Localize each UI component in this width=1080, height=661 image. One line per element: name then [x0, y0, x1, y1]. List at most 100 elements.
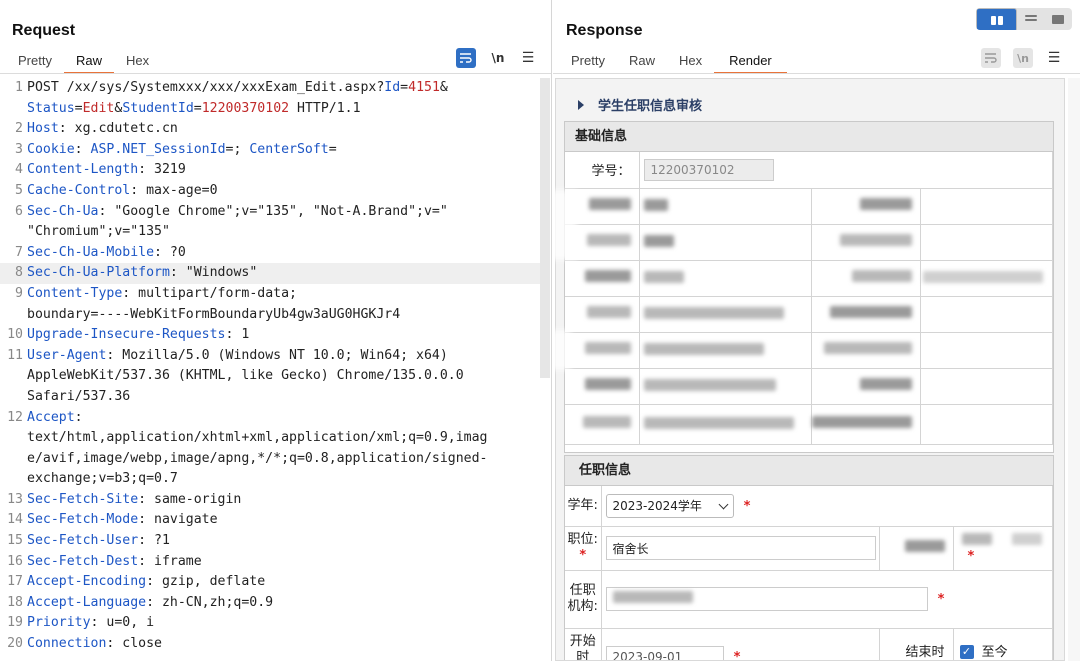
line-number: 6	[15, 203, 23, 219]
line-number	[0, 469, 27, 490]
redacted-label	[823, 342, 912, 354]
year-select[interactable]: 2023-2024学年	[605, 493, 734, 518]
code-text: : ?1	[138, 533, 170, 549]
line-number	[0, 366, 27, 387]
line-text: Accept:	[27, 408, 540, 429]
code-line: text/html,application/xhtml+xml,applicat…	[0, 428, 540, 449]
header-name: Upgrade-Insecure-Requests	[27, 327, 226, 343]
redacted-label	[851, 270, 912, 282]
line-number: 13	[7, 491, 23, 507]
code-text: text/html,application/xhtml+xml,applicat…	[27, 430, 488, 446]
line-text: Sec-Fetch-User: ?1	[27, 531, 540, 552]
line-number: 14	[7, 512, 23, 528]
response-pane: Response Pretty Raw Hex Render \n ☰ 学生任职…	[553, 0, 1080, 661]
start-date-input[interactable]: 2023-09-01	[605, 646, 724, 660]
redacted-value	[1011, 532, 1042, 545]
student-no-label: 学号：	[565, 152, 640, 189]
code-text: : multipart/form-data;	[122, 285, 297, 301]
code-text: POST /xx/sys/Systemxxx/xxx/xxxExam_Edit.…	[27, 80, 385, 95]
tab-hex[interactable]: Hex	[667, 50, 714, 74]
header-name: Sec-Ch-Ua-Platform	[27, 265, 170, 281]
header-name: Content-Type	[27, 285, 123, 301]
page-heading-text: 学生任职信息审核	[598, 99, 703, 114]
line-number: 19	[7, 615, 23, 631]
line-number: 10	[7, 327, 23, 343]
header-name: Accept-Language	[27, 594, 147, 610]
tab-pretty[interactable]: Pretty	[6, 50, 64, 74]
redacted-label	[811, 416, 912, 428]
tab-raw[interactable]: Raw	[63, 50, 114, 74]
line-text: Accept-Language: zh-CN,zh;q=0.9	[27, 593, 540, 614]
line-text: Sec-Ch-Ua-Platform: "Windows"	[27, 263, 540, 284]
render-view: 学生任职信息审核 基础信息 学号： 12200370102 任职信息 学年: 2…	[555, 78, 1065, 661]
until-now-checkbox[interactable]: ✓	[959, 645, 974, 659]
param-value: 4151	[408, 80, 440, 95]
response-scrollbar[interactable]	[1068, 78, 1080, 661]
line-text: Content-Length: 3219	[27, 160, 540, 181]
redacted-label	[586, 306, 631, 318]
wrap-lines-icon[interactable]	[456, 48, 476, 68]
param-value: 12200370102	[201, 100, 290, 116]
line-text: POST /xx/sys/Systemxxx/xxx/xxxExam_Edit.…	[27, 78, 540, 99]
redacted-value	[643, 416, 794, 429]
param-value: Edit	[82, 100, 115, 116]
line-number: 2	[15, 121, 23, 137]
tab-pretty[interactable]: Pretty	[559, 50, 617, 74]
request-editor[interactable]: 1 POST /xx/sys/Systemxxx/xxx/xxxExam_Edit…	[0, 78, 540, 661]
job-info-table: 学年: 2023-2024学年 * 职位: * 宿舍长 * 任职机构: * 开始…	[565, 486, 1053, 661]
single-pane-layout-icon[interactable]	[1045, 8, 1072, 30]
header-name: Sec-Fetch-Site	[27, 491, 139, 507]
position-input[interactable]: 宿舍长	[605, 536, 876, 560]
code-text: : "Google Chrome";v="135", "Not-A.Brand"…	[98, 203, 448, 219]
header-name: User-Agent	[27, 347, 107, 363]
menu-icon[interactable]: ☰	[518, 48, 538, 68]
line-text: Sec-Fetch-Dest: iframe	[27, 552, 540, 573]
newline-icon[interactable]: \n	[1013, 48, 1033, 68]
code-line: 13 Sec-Fetch-Site: same-origin	[0, 490, 540, 511]
stacked-layout-icon[interactable]	[1017, 8, 1044, 30]
redacted-label	[859, 198, 912, 210]
response-title: Response	[566, 22, 643, 39]
code-line: 8 Sec-Ch-Ua-Platform: "Windows"	[0, 263, 540, 284]
line-text: text/html,application/xhtml+xml,applicat…	[27, 428, 540, 449]
request-title: Request	[12, 22, 76, 39]
header-name: Sec-Ch-Ua-Mobile	[27, 244, 155, 260]
code-line: exchange;v=b3;q=0.7	[0, 469, 540, 490]
line-text: AppleWebKit/537.36 (KHTML, like Gecko) C…	[27, 366, 540, 387]
code-line: 4 Content-Length: 3219	[0, 160, 540, 181]
line-text: User-Agent: Mozilla/5.0 (Windows NT 10.0…	[27, 346, 540, 367]
tab-hex[interactable]: Hex	[114, 50, 161, 74]
code-line: 7 Sec-Ch-Ua-Mobile: ?0	[0, 243, 540, 264]
wrap-lines-icon[interactable]	[981, 48, 1001, 68]
line-text: Host: xg.cdutetc.cn	[27, 119, 540, 140]
basic-info-panel: 基础信息 学号： 12200370102	[564, 121, 1054, 453]
line-number	[0, 449, 27, 470]
redacted-label	[839, 234, 912, 246]
required-mark: *	[733, 650, 741, 661]
code-text: e/avif,image/webp,image/apng,*/*;q=0.8,a…	[27, 450, 488, 466]
code-line: 20 Connection: close	[0, 634, 540, 655]
tab-render[interactable]: Render	[714, 50, 787, 74]
code-line: 3 Cookie: ASP.NET_SessionId=; CenterSoft=	[0, 140, 540, 161]
code-text: :	[74, 141, 91, 157]
line-number: 20	[7, 636, 23, 652]
line-text: exchange;v=b3;q=0.7	[27, 469, 540, 490]
header-name: Host	[27, 121, 59, 137]
org-input[interactable]	[605, 587, 928, 611]
request-scrollbar[interactable]	[540, 78, 550, 378]
line-number	[0, 428, 27, 449]
code-text: =	[328, 141, 337, 157]
header-name: Sec-Fetch-User	[27, 533, 139, 549]
redacted-value	[643, 342, 764, 355]
menu-icon[interactable]: ☰	[1044, 48, 1064, 68]
line-number: 18	[7, 594, 23, 610]
tab-raw[interactable]: Raw	[617, 50, 667, 74]
redacted-label	[584, 270, 631, 282]
side-by-side-layout-icon[interactable]	[976, 8, 1018, 30]
line-text: Upgrade-Insecure-Requests: 1	[27, 325, 540, 346]
header-name: CenterSoft	[249, 141, 329, 157]
line-number	[0, 387, 27, 408]
code-line: 2 Host: xg.cdutetc.cn	[0, 119, 540, 140]
newline-icon[interactable]: \n	[488, 48, 508, 68]
layout-toggle[interactable]	[976, 8, 1072, 30]
